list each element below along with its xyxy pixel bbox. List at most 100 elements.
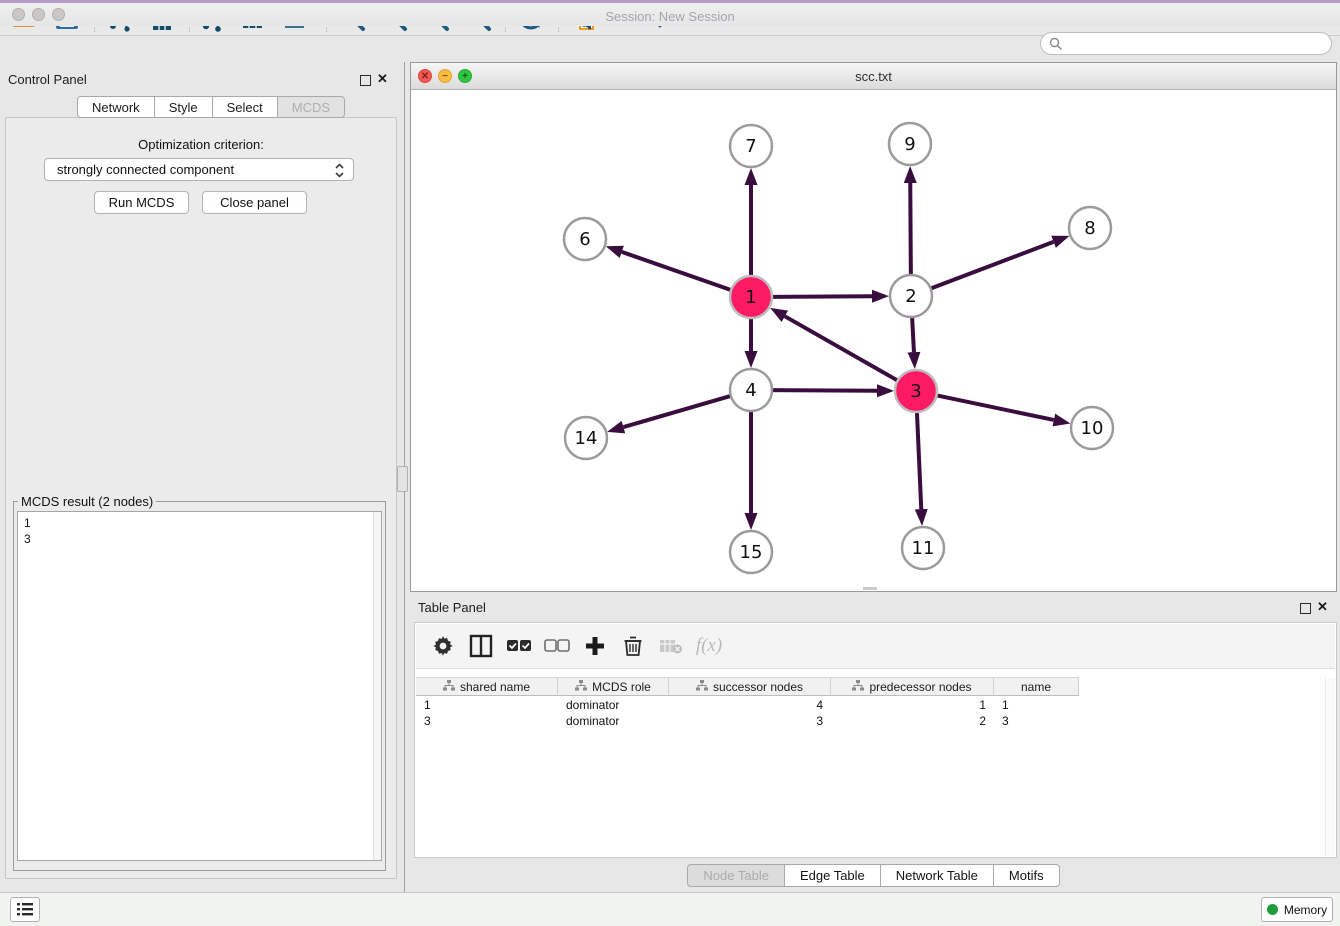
control-panel-close-icon[interactable]: ✕ xyxy=(377,71,388,87)
cell-successor-nodes[interactable]: 3 xyxy=(669,713,831,729)
column-header-name[interactable]: name xyxy=(994,677,1079,696)
node-label-2: 2 xyxy=(905,286,916,307)
tab-edge-table[interactable]: Edge Table xyxy=(784,864,880,887)
status-bar xyxy=(0,892,1340,926)
edge-3-10[interactable] xyxy=(935,395,1054,420)
edge-4-3[interactable] xyxy=(770,390,877,391)
cell-mcds-role[interactable]: dominator xyxy=(558,697,669,713)
result-line: 1 xyxy=(24,515,381,531)
table-panel-close-icon[interactable]: ✕ xyxy=(1317,599,1328,615)
memory-button[interactable]: Memory xyxy=(1261,897,1333,922)
node-label-3: 3 xyxy=(910,381,921,402)
function-builder-icon: f(x) xyxy=(694,631,724,661)
column-header-shared-name[interactable]: shared name xyxy=(416,677,558,696)
network-view-window: ✕ − + scc.txt 7 9 6 8 1 2 4 3 14 10 15 11 xyxy=(410,62,1337,592)
network-canvas[interactable]: 7 9 6 8 1 2 4 3 14 10 15 11 xyxy=(411,90,1336,591)
hierarchy-icon xyxy=(696,680,708,694)
network-window-titlebar[interactable]: ✕ − + scc.txt xyxy=(411,63,1336,90)
table-scrollbar[interactable] xyxy=(1325,677,1335,856)
node-label-10: 10 xyxy=(1081,418,1104,439)
control-panel-tabs: NetworkStyleSelectMCDS xyxy=(77,96,345,118)
table-panel-title: Table Panel xyxy=(418,600,486,615)
node-label-9: 9 xyxy=(904,134,915,155)
window-title: Session: New Session xyxy=(0,9,1340,24)
node-label-15: 15 xyxy=(740,542,763,563)
close-panel-button[interactable]: Close panel xyxy=(202,191,307,214)
mcds-result-list[interactable]: 13 xyxy=(17,511,382,861)
application-window: Session: New Session xyxy=(0,0,1340,926)
task-history-button[interactable] xyxy=(10,897,40,922)
cell-mcds-role[interactable]: dominator xyxy=(558,713,669,729)
table-panel-float-icon[interactable] xyxy=(1300,603,1311,614)
dropdown-stepper-icon xyxy=(334,162,345,179)
node-label-6: 6 xyxy=(579,229,590,250)
splitter-handle[interactable] xyxy=(397,466,408,492)
search-icon xyxy=(1049,37,1063,51)
deselect-all-rows-icon[interactable] xyxy=(542,631,572,661)
table-options-gear-icon[interactable] xyxy=(428,631,458,661)
cell-predecessor-nodes[interactable]: 1 xyxy=(831,697,994,713)
table-toolbar: f(x) xyxy=(416,624,1335,669)
criterion-value: strongly connected component xyxy=(57,162,234,177)
table-row[interactable]: 3dominator323 xyxy=(416,713,1079,729)
node-label-7: 7 xyxy=(745,136,756,157)
edge-1-6[interactable] xyxy=(622,252,733,291)
run-mcds-button[interactable]: Run MCDS xyxy=(94,191,189,214)
show-column-icon[interactable] xyxy=(466,631,496,661)
cell-shared-name[interactable]: 1 xyxy=(416,697,558,713)
tab-motifs[interactable]: Motifs xyxy=(993,864,1060,887)
node-label-8: 8 xyxy=(1084,218,1095,239)
hierarchy-icon xyxy=(852,680,864,694)
hierarchy-icon xyxy=(575,680,587,694)
delete-table-icon xyxy=(656,631,686,661)
optimization-criterion-label: Optimization criterion: xyxy=(5,137,397,152)
create-column-icon[interactable] xyxy=(580,631,610,661)
table-row[interactable]: 1dominator411 xyxy=(416,697,1079,713)
cell-name[interactable]: 3 xyxy=(994,713,1079,729)
cell-shared-name[interactable]: 3 xyxy=(416,713,558,729)
edge-4-14[interactable] xyxy=(623,395,732,427)
column-header-predecessor-nodes[interactable]: predecessor nodes xyxy=(831,677,994,696)
list-icon xyxy=(17,903,33,916)
node-label-14: 14 xyxy=(575,428,598,449)
cell-predecessor-nodes[interactable]: 2 xyxy=(831,713,994,729)
node-label-1: 1 xyxy=(745,287,756,308)
title-bar: Session: New Session xyxy=(0,3,1340,26)
memory-label: Memory xyxy=(1284,903,1327,917)
table-panel-tabs: Node TableEdge TableNetwork TableMotifs xyxy=(410,864,1337,887)
edge-3-1[interactable] xyxy=(785,316,900,381)
edge-2-8[interactable] xyxy=(929,242,1054,289)
cell-successor-nodes[interactable]: 4 xyxy=(669,697,831,713)
tab-style[interactable]: Style xyxy=(154,96,212,118)
cell-name[interactable]: 1 xyxy=(994,697,1079,713)
node-label-4: 4 xyxy=(745,380,756,401)
tab-node-table[interactable]: Node Table xyxy=(687,864,784,887)
edge-2-9[interactable] xyxy=(910,183,911,277)
edge-1-2[interactable] xyxy=(770,296,872,297)
select-all-rows-icon[interactable] xyxy=(504,631,534,661)
control-panel-float-icon[interactable] xyxy=(360,75,371,86)
result-line: 3 xyxy=(24,531,381,547)
column-header-mcds-role[interactable]: MCDS role xyxy=(558,677,669,696)
tab-select[interactable]: Select xyxy=(212,96,277,118)
tab-network-table[interactable]: Network Table xyxy=(880,864,993,887)
column-header-successor-nodes[interactable]: successor nodes xyxy=(669,677,831,696)
edge-2-3[interactable] xyxy=(912,315,914,352)
edge-3-11[interactable] xyxy=(917,410,921,509)
result-scrollbar[interactable] xyxy=(373,512,381,860)
tab-mcds[interactable]: MCDS xyxy=(277,96,345,118)
memory-status-icon xyxy=(1267,904,1278,915)
table-header-row: shared nameMCDS rolesuccessor nodesprede… xyxy=(416,677,1079,696)
hierarchy-icon xyxy=(443,680,455,694)
mcds-result-group: MCDS result (2 nodes) 13 xyxy=(13,494,386,871)
criterion-dropdown[interactable]: strongly connected component xyxy=(44,158,354,181)
mcds-result-title: MCDS result (2 nodes) xyxy=(18,494,156,509)
delete-columns-icon[interactable] xyxy=(618,631,648,661)
resize-grip[interactable] xyxy=(863,587,877,590)
control-panel-title: Control Panel xyxy=(8,72,87,87)
network-title: scc.txt xyxy=(411,69,1336,84)
node-table-container: f(x) shared nameMCDS rolesuccessor nodes… xyxy=(414,622,1337,858)
search-field[interactable] xyxy=(1040,32,1332,55)
tab-network[interactable]: Network xyxy=(77,96,154,118)
node-label-11: 11 xyxy=(912,538,935,559)
